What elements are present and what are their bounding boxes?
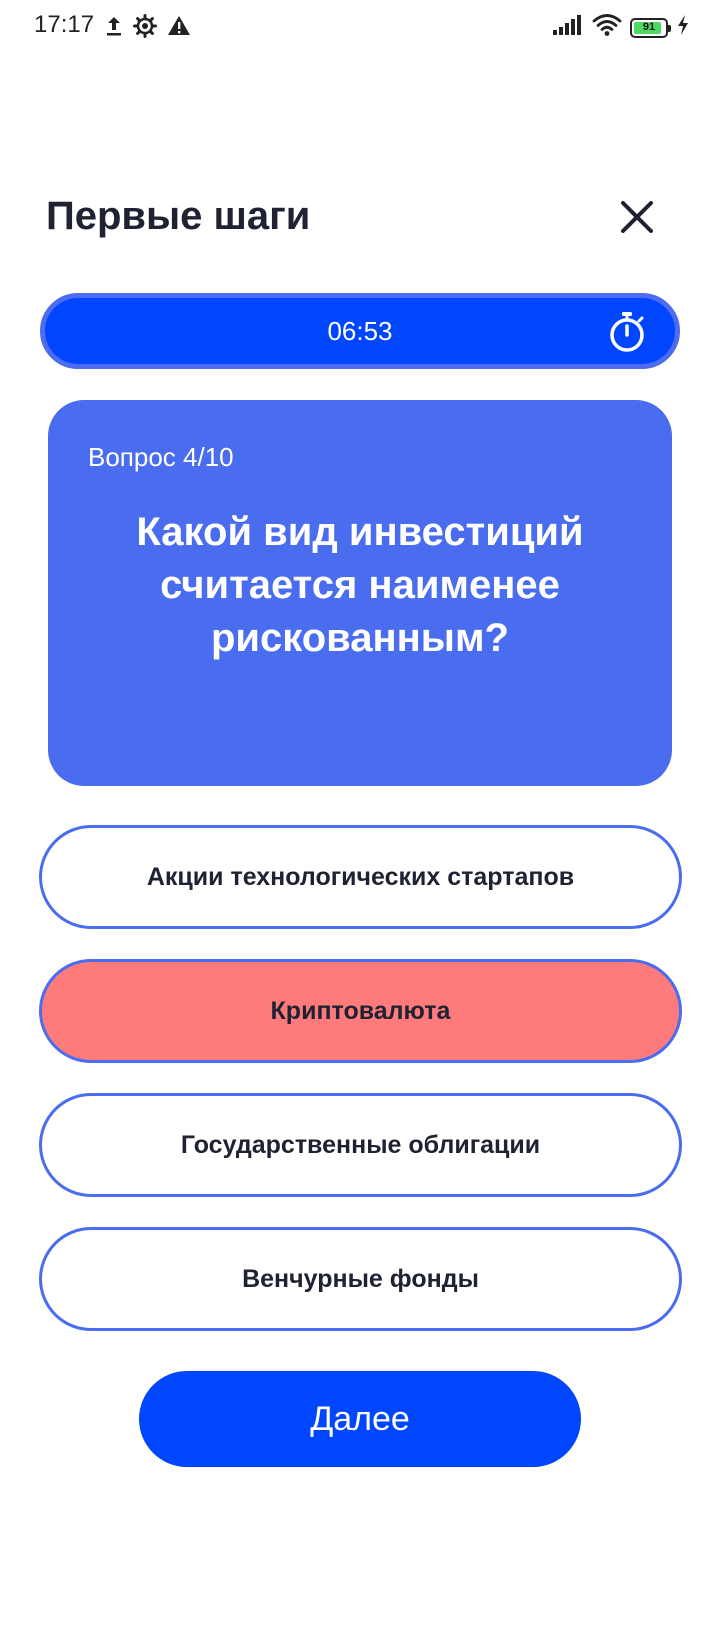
close-icon — [621, 201, 653, 233]
answer-label: Криптовалюта — [270, 996, 451, 1025]
answer-option-3[interactable]: Государственные облигации — [39, 1093, 682, 1197]
answer-label: Акции технологических стартапов — [146, 862, 575, 891]
status-system-icons: 91 — [552, 13, 690, 42]
timer-value: 06:53 — [327, 315, 393, 346]
question-text: Какой вид инвестиций считается наименее … — [136, 510, 584, 660]
stopwatch-icon — [610, 312, 644, 352]
question-number: Вопрос 4/10 — [88, 442, 234, 472]
charging-icon — [676, 13, 690, 42]
status-time: 17:17 — [34, 11, 95, 38]
battery-icon: 91 — [630, 17, 671, 38]
close-button[interactable] — [616, 196, 658, 238]
upload-icon — [105, 13, 123, 44]
timer-bar: 06:53 — [40, 293, 680, 369]
signal-icon — [552, 13, 584, 42]
answer-option-1[interactable]: Акции технологических стартапов — [39, 825, 682, 929]
answer-list: Акции технологических стартапов Криптова… — [39, 825, 682, 1361]
answer-option-2[interactable]: Криптовалюта — [39, 959, 682, 1063]
question-card: Вопрос 4/10 Какой вид инвестиций считает… — [48, 400, 672, 786]
answer-label: Венчурные фонды — [242, 1264, 479, 1293]
wifi-icon — [592, 13, 622, 42]
battery-level: 91 — [642, 21, 656, 33]
next-button[interactable]: Далее — [139, 1371, 581, 1467]
page-title: Первые шаги — [46, 194, 311, 238]
gear-icon — [133, 13, 157, 44]
status-notification-icons — [105, 13, 191, 44]
status-bar: 17:17 91 — [0, 0, 720, 56]
answer-label: Государственные облигации — [180, 1130, 541, 1159]
answer-option-4[interactable]: Венчурные фонды — [39, 1227, 682, 1331]
warning-icon — [167, 13, 191, 44]
